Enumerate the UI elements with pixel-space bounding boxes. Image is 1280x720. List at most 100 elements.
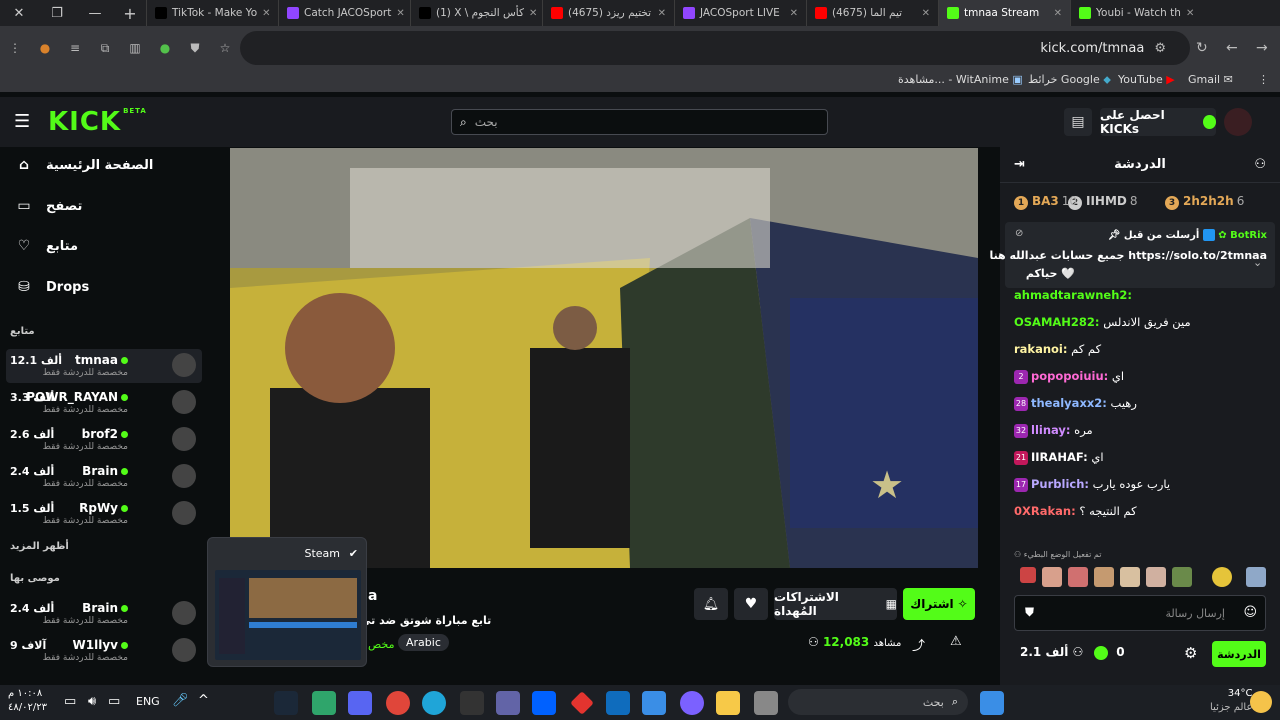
browser-tab[interactable]: JACOSport LIVE ✕: [674, 0, 806, 26]
chat-message[interactable]: 28 thealyaxx2: رهيب: [1014, 396, 1276, 411]
app-taskbar-icon[interactable]: [570, 691, 594, 715]
minimize-window-icon[interactable]: —: [76, 6, 114, 21]
display-icon[interactable]: ▭: [108, 694, 120, 709]
discord-taskbar-icon[interactable]: [348, 691, 372, 715]
leaderboard-entry[interactable]: 3 2h2h2h 6: [1165, 194, 1244, 210]
bookmark-youtube[interactable]: YouTube ▶: [1118, 73, 1175, 86]
edge-taskbar-icon[interactable]: [422, 691, 446, 715]
language-indicator[interactable]: ENG: [136, 695, 160, 708]
browser-tab[interactable]: (4675) تيم الما ✕: [806, 0, 938, 26]
gift-subs-button[interactable]: الاشتراكات المُهداة ▦: [774, 588, 897, 620]
chat-message[interactable]: 17 Purblich: يارب عوده يارب: [1014, 477, 1276, 492]
browser-tab[interactable]: (4675) تختيم ريزد ✕: [542, 0, 674, 26]
close-tab-icon[interactable]: ✕: [529, 8, 537, 19]
chat-message[interactable]: 0XRakan: كم النتيجه ؟: [1014, 504, 1276, 518]
chrome-taskbar-icon[interactable]: [386, 691, 410, 715]
more-bookmarks-icon[interactable]: ⋮: [1258, 73, 1269, 86]
teams-taskbar-icon[interactable]: [496, 691, 520, 715]
emote-icon[interactable]: [1068, 567, 1088, 587]
url-input[interactable]: ⚙ kick.com/tmnaa: [240, 31, 1190, 65]
sidebar-channel-item[interactable]: POWR_RAYAN مخصصة للدردشة فقط 3.3 ألف: [6, 386, 202, 420]
browser-tab[interactable]: Catch JACOSport ✕: [278, 0, 410, 26]
taskbar-search-input[interactable]: بحث ⌕: [788, 689, 968, 715]
clock[interactable]: ١٠:٠٨ م ٤٨/٠٢/٢٣: [8, 687, 47, 715]
store-taskbar-icon[interactable]: [642, 691, 666, 715]
extensions-puzzle-icon[interactable]: ⧉: [90, 41, 120, 56]
chat-message[interactable]: 2 popopoiuiu: اي: [1014, 369, 1276, 384]
chat-message[interactable]: OSAMAH282: مين فريق الاندلس: [1014, 315, 1276, 329]
hamburger-menu-icon[interactable]: ☰: [14, 111, 30, 132]
bookmark-star-icon[interactable]: ☆: [210, 41, 240, 55]
leaderboard-entry[interactable]: 1 BA3 10: [1014, 194, 1077, 210]
chat-message[interactable]: 32 llinay: مره: [1014, 423, 1276, 438]
store-icon[interactable]: ▤: [1064, 108, 1092, 136]
weather-widget[interactable]: 34°C عالم جزئيا: [1210, 687, 1252, 715]
get-kicks-button[interactable]: احصل على KICKs: [1100, 108, 1216, 136]
user-avatar[interactable]: [1224, 108, 1252, 136]
bookmark-witanime[interactable]: مشاهدة... - WitAnime ▣: [898, 73, 1023, 86]
nav-home[interactable]: ⌂ الصفحة الرئيسية: [16, 157, 153, 173]
chat-message-input[interactable]: ☺ إرسال رسالة ⛊: [1014, 595, 1266, 631]
show-hidden-icons[interactable]: ^: [198, 693, 209, 708]
report-icon[interactable]: ⚠: [950, 634, 962, 649]
video-player[interactable]: ★: [230, 148, 978, 568]
sidebar-channel-item[interactable]: W1llyv مخصصة للدردشة فقط 9 آلاف: [6, 634, 202, 668]
emote-icon[interactable]: [1042, 567, 1062, 587]
follow-heart-button[interactable]: ♥: [734, 588, 768, 620]
app-taskbar-icon[interactable]: [754, 691, 778, 715]
emote-icon[interactable]: [1146, 567, 1166, 587]
expand-pinned-icon[interactable]: ⌄: [1253, 256, 1262, 269]
chat-users-icon[interactable]: ⚇: [1254, 157, 1266, 172]
close-window-icon[interactable]: ✕: [0, 6, 38, 21]
leaderboard-entry[interactable]: 2 IIHMD 8: [1068, 194, 1138, 210]
emote-icon[interactable]: [1020, 567, 1036, 583]
sidebar-channel-item[interactable]: RpWy مخصصة للدردشة فقط 1.5 ألف: [6, 497, 202, 531]
new-tab-button[interactable]: +: [114, 4, 146, 23]
category-tag[interactable]: مخص: [368, 638, 394, 651]
kick-logo[interactable]: KICK BETA: [48, 107, 147, 137]
unpin-icon[interactable]: ⊘: [1015, 228, 1023, 239]
close-tab-icon[interactable]: ✕: [790, 8, 798, 19]
back-icon[interactable]: →: [1256, 40, 1268, 56]
extension-icon[interactable]: ●: [150, 41, 180, 55]
browser-tab[interactable]: tmnaa Stream ✕: [938, 0, 1070, 26]
browser-tab[interactable]: (1) X \ كأس النجوم ✕: [410, 0, 542, 26]
app-taskbar-icon[interactable]: [312, 691, 336, 715]
reload-icon[interactable]: ↻: [1196, 40, 1208, 56]
sidebar-channel-item[interactable]: Brain مخصصة للدردشة فقط 2.4 ألف: [6, 460, 202, 494]
sidebar-channel-item[interactable]: Brain مخصصة للدردشة فقط 2.4 ألف: [6, 597, 202, 631]
pinned-message[interactable]: 📌︎ أرسلت من قبل ✿ BotRix ⊘ جميع حسابات ع…: [989, 222, 1275, 288]
site-settings-icon[interactable]: ⚙: [1154, 41, 1166, 56]
close-tab-icon[interactable]: ✕: [1054, 8, 1062, 19]
sidebar-channel-item[interactable]: brof2 مخصصة للدردشة فقط 2.6 ألف: [6, 423, 202, 457]
chat-message[interactable]: 21 IIRAHAF: اي: [1014, 450, 1276, 465]
restore-window-icon[interactable]: ❐: [38, 6, 76, 21]
bookmark-gmail[interactable]: Gmail ✉: [1188, 73, 1233, 86]
emote-icon[interactable]: [1120, 567, 1140, 587]
extension-icon[interactable]: ▥: [120, 41, 150, 55]
extension-icon[interactable]: ≡: [60, 41, 90, 55]
nav-following[interactable]: ♡ متابع: [16, 238, 78, 254]
nav-browse[interactable]: ▭ تصفح: [16, 198, 82, 214]
dropbox-taskbar-icon[interactable]: [532, 691, 556, 715]
close-tab-icon[interactable]: ✕: [922, 8, 930, 19]
sidebar-channel-item[interactable]: tmnaa مخصصة للدردشة فقط 12.1 ألف: [6, 349, 202, 383]
battery-icon[interactable]: ▭: [64, 694, 76, 709]
copilot-taskbar-icon[interactable]: [680, 691, 704, 715]
menu-icon[interactable]: ⋮: [0, 41, 30, 55]
search-input[interactable]: ⌕ بحث: [451, 109, 828, 135]
close-tab-icon[interactable]: ✕: [396, 8, 404, 19]
emote-icon[interactable]: [1246, 567, 1266, 587]
browser-tab[interactable]: Youbi - Watch th ✕: [1070, 0, 1202, 26]
notification-bell-button[interactable]: 🔔︎: [694, 588, 728, 620]
outlook-taskbar-icon[interactable]: [606, 691, 630, 715]
chat-settings-icon[interactable]: ⚙: [1184, 644, 1197, 662]
file-explorer-taskbar-icon[interactable]: [716, 691, 740, 715]
language-tag[interactable]: Arabic: [398, 634, 449, 651]
nav-drops[interactable]: ⛁ Drops: [16, 279, 89, 295]
share-icon[interactable]: ⤴: [912, 635, 925, 654]
forward-icon[interactable]: ←: [1226, 40, 1238, 56]
start-button[interactable]: [980, 691, 1004, 715]
close-tab-icon[interactable]: ✕: [658, 8, 666, 19]
emoji-icon[interactable]: ☺: [1243, 605, 1257, 620]
